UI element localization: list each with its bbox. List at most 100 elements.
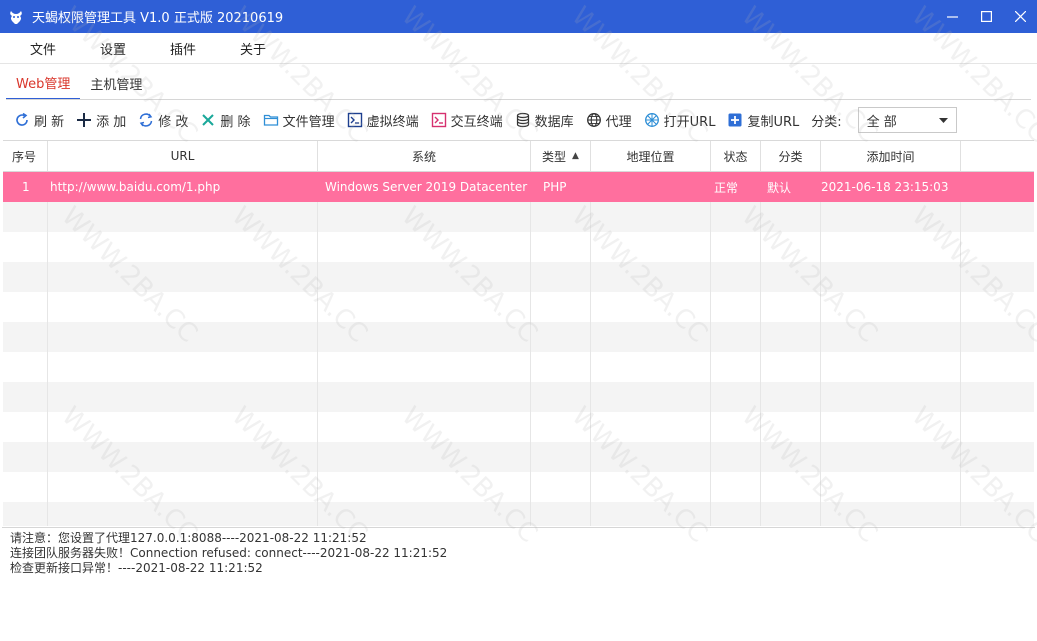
empty-cell [3, 202, 48, 232]
empty-cell [318, 382, 531, 412]
empty-cell [961, 232, 1034, 262]
column-header-id[interactable]: 序号 [3, 141, 48, 171]
cell-status: 正常 [714, 180, 739, 195]
database-button[interactable]: 数据库 [509, 106, 580, 134]
empty-cell [48, 502, 318, 526]
empty-cell [48, 262, 318, 292]
empty-table-row [3, 472, 1034, 502]
add-button[interactable]: 添 加 [70, 106, 132, 134]
open-url-button[interactable]: 打开URL [638, 106, 722, 134]
folder-icon [263, 112, 279, 128]
column-header-url[interactable]: URL [48, 141, 318, 171]
empty-cell [318, 292, 531, 322]
column-header-category[interactable]: 分类 [761, 141, 821, 171]
interactive-terminal-label: 交互终端 [450, 114, 503, 130]
empty-cell [761, 412, 821, 442]
empty-cell [961, 502, 1034, 526]
empty-cell [761, 232, 821, 262]
empty-cell [961, 382, 1034, 412]
empty-cell [761, 382, 821, 412]
empty-cell [3, 322, 48, 352]
refresh-button[interactable]: 刷 新 [8, 106, 70, 134]
empty-cell [318, 472, 531, 502]
empty-cell [318, 202, 531, 232]
empty-table-row [3, 502, 1034, 526]
empty-cell [591, 472, 711, 502]
empty-cell [761, 442, 821, 472]
empty-cell [531, 292, 591, 322]
empty-cell [318, 232, 531, 262]
x-icon [200, 112, 216, 128]
toolbar: 刷 新 添 加 修 改 删 除 文件管理 虚拟终端 交互终端 数据库 代理 打开… [0, 104, 1037, 136]
empty-cell [711, 322, 761, 352]
column-header-added-time[interactable]: 添加时间 [821, 141, 961, 171]
column-header-location[interactable]: 地理位置 [591, 141, 711, 171]
sort-ascending-icon: ▲ [572, 151, 579, 161]
interactive-terminal-button[interactable]: 交互终端 [425, 106, 509, 134]
empty-table-row [3, 442, 1034, 472]
table-header: 序号 URL 系统 类型 ▲ 地理位置 状态 分类 添加时间 [3, 141, 1034, 172]
cell-url: http://www.baidu.com/1.php [50, 180, 221, 194]
log-panel: 请注意：您设置了代理127.0.0.1:8088----2021-08-22 1… [2, 527, 1035, 639]
menu-about[interactable]: 关于 [218, 39, 288, 58]
empty-cell [531, 382, 591, 412]
empty-cell [48, 412, 318, 442]
tab-web-management[interactable]: Web管理 [6, 66, 81, 100]
cell-added-time: 2021-06-18 23:15:03 [821, 180, 949, 194]
empty-table-row [3, 202, 1034, 232]
empty-cell [48, 442, 318, 472]
cell-id: 1 [22, 180, 30, 194]
empty-cell [591, 292, 711, 322]
file-manager-button[interactable]: 文件管理 [257, 106, 341, 134]
virtual-terminal-label: 虚拟终端 [366, 114, 419, 130]
window-title: 天蝎权限管理工具 V1.0 正式版 20210619 [32, 11, 284, 26]
cell-location [591, 172, 711, 202]
empty-table-row [3, 232, 1034, 262]
empty-cell [3, 352, 48, 382]
tab-divider [6, 99, 1031, 100]
empty-cell [961, 202, 1034, 232]
minimize-button[interactable] [935, 0, 969, 33]
empty-rows [3, 202, 1034, 526]
empty-cell [318, 352, 531, 382]
column-header-filler [961, 141, 1034, 171]
menu-settings[interactable]: 设置 [78, 39, 148, 58]
category-filter-select[interactable]: 全 部 [857, 107, 957, 133]
dropdown-arrow-icon [938, 113, 948, 127]
empty-cell [531, 412, 591, 442]
copy-url-button[interactable]: 复制URL [721, 106, 805, 134]
empty-cell [591, 382, 711, 412]
column-header-status[interactable]: 状态 [711, 141, 761, 171]
close-icon [1014, 11, 1026, 22]
empty-cell [591, 502, 711, 526]
empty-cell [591, 322, 711, 352]
empty-cell [531, 352, 591, 382]
delete-button[interactable]: 删 除 [194, 106, 256, 134]
empty-cell [531, 262, 591, 292]
empty-cell [711, 472, 761, 502]
column-header-os[interactable]: 系统 [318, 141, 531, 171]
cell-os: Windows Server 2019 Datacenter [325, 180, 528, 194]
empty-cell [318, 442, 531, 472]
proxy-button[interactable]: 代理 [580, 106, 638, 134]
menu-plugins[interactable]: 插件 [148, 39, 218, 58]
empty-cell [531, 502, 591, 526]
edit-button[interactable]: 修 改 [132, 106, 194, 134]
empty-cell [531, 472, 591, 502]
menu-file[interactable]: 文件 [8, 39, 78, 58]
table-row[interactable]: 1 http://www.baidu.com/1.php Windows Ser… [3, 172, 1034, 202]
refresh-icon [14, 112, 30, 128]
empty-cell [3, 232, 48, 262]
empty-cell [961, 442, 1034, 472]
empty-cell [761, 262, 821, 292]
copy-plus-icon [727, 112, 743, 128]
maximize-icon [980, 11, 992, 22]
maximize-button[interactable] [969, 0, 1003, 33]
empty-table-row [3, 262, 1034, 292]
refresh-label: 刷 新 [34, 114, 65, 130]
column-header-type[interactable]: 类型 ▲ [531, 141, 591, 171]
plus-icon [76, 112, 92, 128]
close-button[interactable] [1003, 0, 1037, 33]
virtual-terminal-button[interactable]: 虚拟终端 [341, 106, 425, 134]
tab-host-management[interactable]: 主机管理 [80, 66, 152, 100]
